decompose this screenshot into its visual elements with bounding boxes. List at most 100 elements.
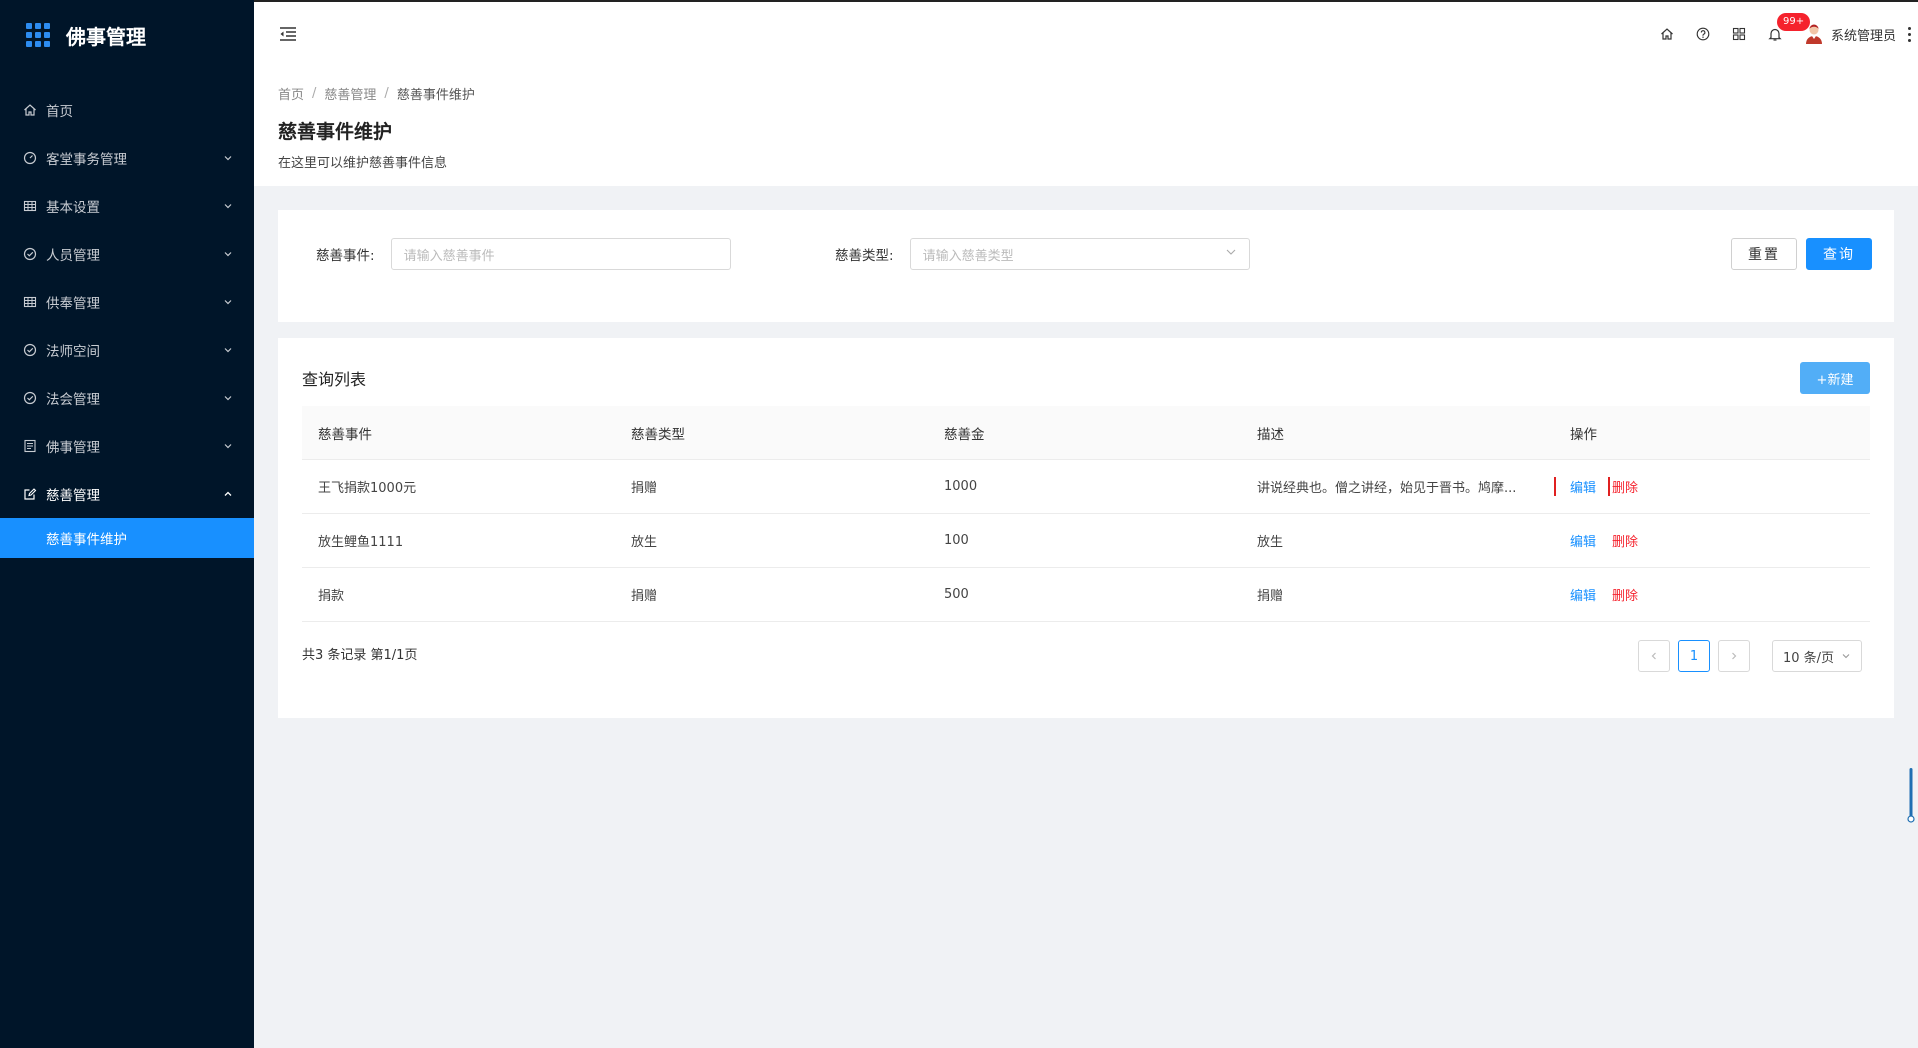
page-header: 首页 / 慈善管理 / 慈善事件维护 慈善事件维护 在这里可以维护慈善事件信息	[254, 66, 1918, 186]
breadcrumb-item-current: 慈善事件维护	[396, 88, 475, 103]
edit-icon	[22, 486, 38, 502]
search-form: 慈善事件: 请输入慈善事件 慈善类型: 请输入慈善类型 重置 查询	[278, 210, 1894, 322]
sidebar-item-label: 法师空间	[46, 344, 100, 360]
sidebar-item-dharma-assembly[interactable]: 法会管理	[0, 374, 254, 422]
app-logo[interactable]: 佛事管理	[0, 0, 254, 70]
cell-description: 捐赠	[1257, 589, 1284, 604]
more-vertical-icon[interactable]	[1908, 26, 1912, 42]
column-header: 慈善类型	[631, 426, 685, 443]
apps-icon[interactable]	[1731, 26, 1747, 42]
cell-actions: 编辑 删除	[1554, 585, 1870, 604]
sidebar-item-personnel[interactable]: 人员管理	[0, 230, 254, 278]
check-circle-icon	[22, 342, 38, 358]
chevron-left-icon	[1651, 652, 1656, 660]
sidebar-item-label: 慈善管理	[46, 488, 100, 504]
dashboard-icon	[22, 150, 38, 166]
sidebar-item-buddhist-affairs[interactable]: 佛事管理	[0, 422, 254, 470]
chevron-down-icon	[222, 440, 234, 452]
column-header: 慈善金	[944, 426, 985, 443]
query-button[interactable]: 查询	[1806, 238, 1872, 270]
table-row: 捐款 捐赠 500 捐赠 编辑 删除	[302, 568, 1870, 622]
prev-page-button[interactable]	[1638, 640, 1670, 672]
delete-link[interactable]: 删除	[1612, 477, 1638, 496]
sidebar-item-charity[interactable]: 慈善管理	[0, 470, 254, 518]
chevron-down-icon	[222, 392, 234, 404]
chevron-down-icon	[1842, 654, 1850, 659]
sidebar: 佛事管理 首页 客堂事务管理 基本设置 人员管理 供奉管理 法师空间 法会管理 …	[0, 0, 254, 1048]
menu-fold-icon[interactable]	[278, 24, 298, 44]
sidebar-item-basic-settings[interactable]: 基本设置	[0, 182, 254, 230]
type-select[interactable]: 请输入慈善类型	[909, 238, 1250, 270]
breadcrumb-item-charity[interactable]: 慈善管理	[324, 84, 376, 103]
chevron-down-icon	[222, 152, 234, 164]
chevron-down-icon	[222, 296, 234, 308]
chevron-down-icon	[222, 344, 234, 356]
next-page-button[interactable]	[1718, 640, 1750, 672]
sidebar-item-reception[interactable]: 客堂事务管理	[0, 134, 254, 182]
chevron-down-icon	[1225, 246, 1237, 262]
page-number-button[interactable]: 1	[1678, 640, 1710, 672]
delete-link[interactable]: 删除	[1612, 585, 1638, 604]
table-icon	[22, 198, 38, 214]
pagination: 1 10 条/页	[1630, 640, 1862, 672]
sidebar-item-master-space[interactable]: 法师空间	[0, 326, 254, 374]
sidebar-item-label: 客堂事务管理	[46, 152, 127, 168]
sidebar-item-offering[interactable]: 供奉管理	[0, 278, 254, 326]
page-title: 慈善事件维护	[278, 121, 393, 143]
cell-actions: 编辑 删除	[1554, 531, 1870, 550]
page-size-value: 10 条/页	[1783, 650, 1835, 666]
cell-type: 放生	[631, 535, 658, 550]
column-header: 慈善事件	[318, 426, 372, 443]
check-circle-icon	[22, 390, 38, 406]
event-field: 慈善事件: 请输入慈善事件	[316, 238, 731, 270]
type-select-placeholder: 请输入慈善类型	[922, 248, 1014, 264]
help-icon[interactable]	[1695, 26, 1711, 42]
sidebar-subitem-charity-event[interactable]: 慈善事件维护	[0, 518, 254, 558]
apps-grid-icon	[26, 23, 50, 47]
column-header: 操作	[1570, 426, 1597, 443]
breadcrumb-item-home[interactable]: 首页	[278, 84, 304, 103]
cell-type: 捐赠	[631, 481, 658, 496]
table-icon	[22, 294, 38, 310]
cell-amount: 100	[944, 533, 969, 548]
chevron-up-icon	[222, 488, 234, 500]
header-actions: 99+ 系统管理员	[1639, 2, 1918, 66]
cell-description: 讲说经典也。僧之讲经，始见于晋书。鸠摩...	[1257, 481, 1517, 496]
page-size-select[interactable]: 10 条/页	[1772, 640, 1862, 672]
edit-link[interactable]: 编辑	[1554, 477, 1611, 496]
delete-link[interactable]: 删除	[1612, 531, 1638, 550]
sidebar-item-label: 供奉管理	[46, 296, 100, 312]
profile-icon	[22, 438, 38, 454]
home-icon[interactable]	[1659, 26, 1675, 42]
new-button[interactable]: +新建	[1800, 362, 1870, 394]
edit-link[interactable]: 编辑	[1570, 585, 1596, 604]
chevron-right-icon	[1732, 652, 1737, 660]
home-icon	[22, 102, 38, 118]
breadcrumb-separator: /	[384, 86, 389, 101]
cell-type: 捐赠	[631, 589, 658, 604]
reset-button[interactable]: 重置	[1731, 238, 1797, 270]
page-description: 在这里可以维护慈善事件信息	[278, 156, 448, 171]
type-label: 慈善类型:	[835, 248, 894, 264]
sidebar-menu: 首页 客堂事务管理 基本设置 人员管理 供奉管理 法师空间 法会管理 佛事管理 …	[0, 86, 254, 558]
list-card: 查询列表 +新建 慈善事件 慈善类型 慈善金 描述 操作 王飞捐款1000元 捐…	[278, 338, 1894, 718]
event-input-placeholder: 请输入慈善事件	[403, 248, 495, 264]
cell-actions: 编辑 删除	[1554, 477, 1870, 496]
breadcrumb-separator: /	[312, 86, 317, 101]
table-row: 王飞捐款1000元 捐赠 1000 讲说经典也。僧之讲经，始见于晋书。鸠摩...…	[302, 460, 1870, 514]
sidebar-item-label: 人员管理	[46, 248, 100, 264]
event-label: 慈善事件:	[316, 248, 375, 264]
user-menu[interactable]: 系统管理员	[1803, 23, 1896, 45]
table-header-row: 慈善事件 慈善类型 慈善金 描述 操作	[302, 406, 1870, 460]
list-title: 查询列表	[302, 370, 367, 389]
scrollbar-thumb[interactable]	[1907, 768, 1915, 824]
notification-bell[interactable]: 99+	[1767, 13, 1811, 42]
sidebar-item-home[interactable]: 首页	[0, 86, 254, 134]
edit-link[interactable]: 编辑	[1570, 531, 1596, 550]
pagination-total: 共3 条记录 第1/1页	[302, 648, 418, 663]
breadcrumb: 首页 / 慈善管理 / 慈善事件维护	[278, 84, 1918, 103]
event-input[interactable]: 请输入慈善事件	[390, 238, 731, 270]
sidebar-item-label: 基本设置	[46, 200, 100, 216]
cell-event: 捐款	[318, 589, 345, 604]
user-name: 系统管理员	[1830, 28, 1896, 44]
